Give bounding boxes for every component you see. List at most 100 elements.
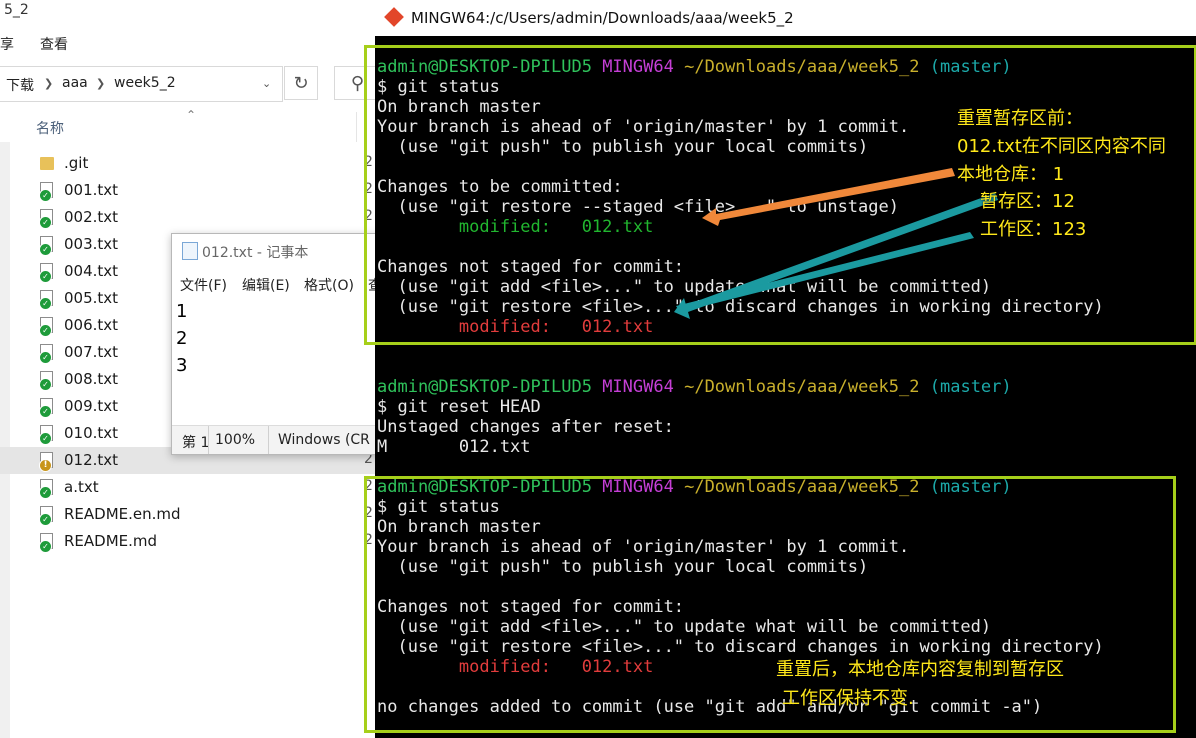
chevron-right-icon: ❯ bbox=[96, 77, 106, 90]
terminal-line: $ git reset HEAD bbox=[377, 397, 541, 417]
file-row[interactable]: ✓ README.md 2 bbox=[0, 528, 380, 555]
breadcrumb-downloads[interactable]: 下载 bbox=[6, 75, 34, 95]
column-name-header[interactable]: 名称 bbox=[36, 118, 64, 138]
git-clean-icon: ✓ bbox=[39, 378, 52, 391]
terminal-title: MINGW64:/c/Users/admin/Downloads/aaa/wee… bbox=[411, 9, 794, 27]
file-icon bbox=[40, 155, 54, 172]
file-name: 012.txt bbox=[64, 451, 119, 469]
folder-icon bbox=[40, 157, 54, 170]
status-divider bbox=[208, 426, 209, 454]
ribbon-tab-share[interactable]: 享 bbox=[0, 34, 14, 54]
breadcrumb-aaa[interactable]: aaa bbox=[62, 75, 88, 91]
note-after-2: 工作区保持不变. bbox=[782, 688, 914, 709]
text-line: 1 bbox=[176, 301, 188, 322]
notepad-title: 012.txt - 记事本 bbox=[202, 245, 309, 261]
notepad-text-area[interactable]: 1 2 3 bbox=[176, 298, 187, 379]
file-row[interactable]: ✓ 002.txt 2 bbox=[0, 204, 380, 231]
chevron-down-icon[interactable]: ⌄ bbox=[262, 77, 271, 90]
status-encoding: Windows (CR bbox=[278, 432, 370, 448]
file-name: 006.txt bbox=[64, 316, 119, 334]
git-clean-icon: ✓ bbox=[39, 216, 52, 229]
status-position: 第 1 bbox=[182, 435, 210, 451]
prompt-user: admin@DESKTOP-DPILUD5 bbox=[377, 377, 592, 397]
git-clean-icon: ✓ bbox=[39, 513, 52, 526]
file-row[interactable]: ✓ 001.txt 2 bbox=[0, 177, 380, 204]
file-name: .git bbox=[64, 154, 89, 172]
file-name: 007.txt bbox=[64, 343, 119, 361]
git-clean-icon: ✓ bbox=[39, 405, 52, 418]
git-clean-icon: ✓ bbox=[39, 486, 52, 499]
note-staging: 暂存区：12 bbox=[980, 191, 1075, 212]
file-icon: ✓ bbox=[39, 236, 54, 256]
file-row[interactable]: ✓ README.en.md 2 bbox=[0, 501, 380, 528]
refresh-icon: ↻ bbox=[293, 72, 309, 94]
file-row[interactable]: ✓ a.txt 2 bbox=[0, 474, 380, 501]
column-header: 名称 ⌃ bbox=[0, 108, 380, 142]
file-name: README.md bbox=[64, 532, 158, 550]
git-clean-icon: ✓ bbox=[39, 189, 52, 202]
file-name: README.en.md bbox=[64, 505, 181, 523]
menu-format[interactable]: 格式(O) bbox=[304, 275, 354, 295]
note-before-desc: 012.txt在不同区内容不同 bbox=[957, 136, 1166, 157]
terminal-line: M 012.txt bbox=[377, 437, 531, 457]
text-line: 2 bbox=[176, 328, 188, 349]
git-clean-icon: ✓ bbox=[39, 270, 52, 283]
status-divider bbox=[268, 426, 269, 454]
prompt-path: ~/Downloads/aaa/week5_2 bbox=[684, 377, 920, 397]
sort-ascending-icon: ⌃ bbox=[186, 108, 197, 122]
refresh-button[interactable]: ↻ bbox=[284, 66, 318, 100]
file-name: 005.txt bbox=[64, 289, 119, 307]
file-icon: ✓ bbox=[39, 344, 54, 364]
note-before-title: 重置暂存区前： bbox=[957, 108, 1083, 129]
note-local-repo: 本地仓库： 1 bbox=[957, 164, 1065, 185]
git-clean-icon: ✓ bbox=[39, 297, 52, 310]
terminal-text: M 012.txt bbox=[377, 437, 531, 457]
ribbon-tabs: 享 查看 bbox=[0, 30, 380, 58]
file-icon: ✓ bbox=[39, 317, 54, 337]
file-icon: ✓ bbox=[39, 425, 54, 445]
terminal-titlebar: MINGW64:/c/Users/admin/Downloads/aaa/wee… bbox=[375, 0, 1196, 36]
search-icon: ⚲ bbox=[350, 72, 365, 94]
file-icon: ✓ bbox=[39, 209, 54, 229]
file-name: 004.txt bbox=[64, 262, 119, 280]
notepad-statusbar: 第 1 100% Windows (CR bbox=[172, 425, 381, 454]
note-after-1: 重置后，本地仓库内容复制到暂存区 bbox=[776, 659, 1064, 680]
column-divider[interactable] bbox=[356, 112, 357, 142]
breadcrumb-week5[interactable]: week5_2 bbox=[114, 75, 176, 91]
git-clean-icon: ✓ bbox=[39, 324, 52, 337]
git-bash-icon bbox=[384, 7, 404, 27]
prompt-branch: (master) bbox=[929, 377, 1012, 397]
git-modified-icon: ! bbox=[39, 459, 52, 472]
text-line: 3 bbox=[176, 355, 188, 376]
file-name: 002.txt bbox=[64, 208, 119, 226]
note-working: 工作区：123 bbox=[980, 219, 1087, 240]
file-icon: ✓ bbox=[39, 533, 54, 553]
file-row[interactable]: .git 2 bbox=[0, 150, 380, 177]
file-name: 001.txt bbox=[64, 181, 119, 199]
chevron-right-icon: ❯ bbox=[44, 77, 54, 90]
git-clean-icon: ✓ bbox=[39, 540, 52, 553]
status-zoom: 100% bbox=[215, 432, 256, 448]
file-icon: ✓ bbox=[39, 263, 54, 283]
notepad-icon bbox=[182, 242, 198, 260]
git-clean-icon: ✓ bbox=[39, 432, 52, 445]
file-icon: ! bbox=[39, 452, 54, 472]
terminal-text: $ git reset HEAD bbox=[377, 397, 541, 417]
menu-file[interactable]: 文件(F) bbox=[180, 275, 227, 295]
notepad-titlebar: 012.txt - 记事本 bbox=[182, 242, 308, 262]
file-icon: ✓ bbox=[39, 371, 54, 391]
address-bar[interactable]: 下载 ❯ aaa ❯ week5_2 ⌄ bbox=[0, 66, 283, 102]
terminal-text: Unstaged changes after reset: bbox=[377, 417, 674, 437]
file-icon: ✓ bbox=[39, 398, 54, 418]
notepad-window: 012.txt - 记事本 文件(F) 编辑(E) 格式(O) 查 1 2 3 … bbox=[171, 233, 382, 455]
window-title-fragment: 5_2 bbox=[4, 2, 29, 18]
ribbon-tab-view[interactable]: 查看 bbox=[40, 34, 68, 54]
file-icon: ✓ bbox=[39, 479, 54, 499]
file-icon: ✓ bbox=[39, 290, 54, 310]
menu-edit[interactable]: 编辑(E) bbox=[242, 275, 290, 295]
file-name: 003.txt bbox=[64, 235, 119, 253]
file-name: 009.txt bbox=[64, 397, 119, 415]
terminal-line: Unstaged changes after reset: bbox=[377, 417, 674, 437]
prompt-shell: MINGW64 bbox=[602, 377, 674, 397]
terminal-line: admin@DESKTOP-DPILUD5 MINGW64 ~/Download… bbox=[377, 377, 1012, 397]
